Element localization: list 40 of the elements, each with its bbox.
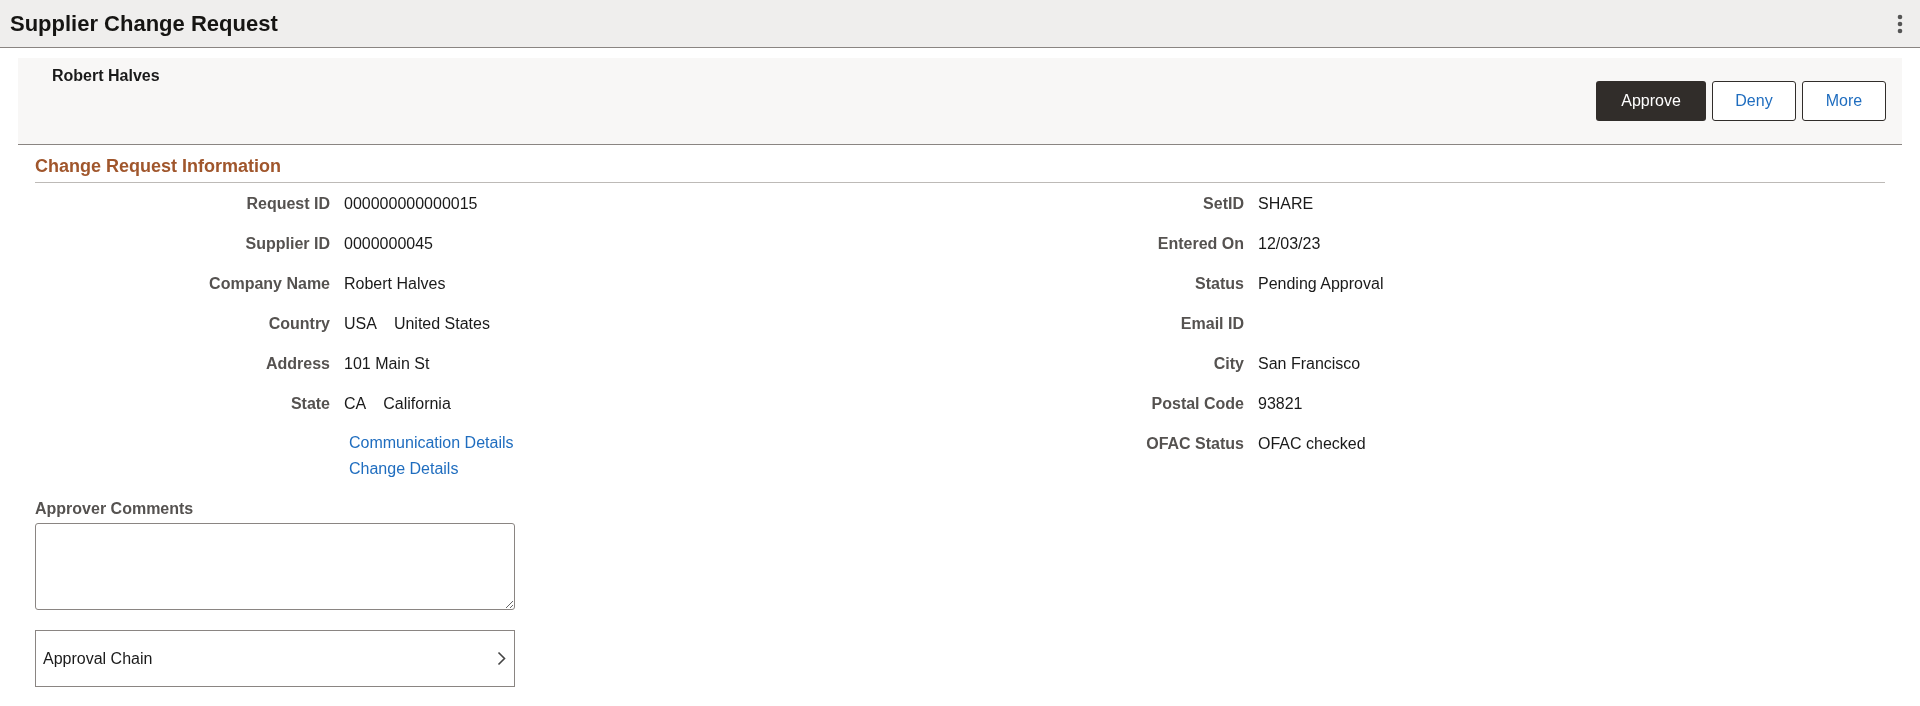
action-button[interactable]: Deny (1712, 81, 1796, 121)
more-options-icon (1897, 13, 1903, 34)
section-title: Change Request Information (35, 156, 281, 176)
field-value: CA (344, 394, 367, 414)
supplier-name: Robert Halves (52, 66, 160, 84)
action-button[interactable]: More (1802, 81, 1886, 121)
field-value: SHARE (1258, 194, 1314, 214)
field-label: Address (264, 354, 330, 374)
approval-chain-button[interactable]: Approval Chain (35, 630, 515, 687)
details-link[interactable]: Change Details (349, 456, 459, 482)
field-label: Request ID (245, 194, 330, 214)
field-label: State (289, 394, 330, 414)
field-value: 0000000045 (344, 234, 433, 254)
field-value: 000000000000015 (344, 194, 478, 214)
chevron-right-icon (497, 651, 506, 666)
field-value: USA (344, 314, 377, 334)
field-label: Email ID (1179, 314, 1244, 334)
comments-label: Approver Comments (35, 499, 195, 519)
field-value: 101 Main St (344, 354, 430, 374)
field-label: Postal Code (1150, 394, 1244, 414)
field-value: United States (393, 314, 490, 334)
field-label: Company Name (208, 274, 330, 294)
page-title: Supplier Change Request (10, 10, 278, 38)
field-value: San Francisco (1258, 354, 1361, 374)
field-label: Supplier ID (244, 234, 330, 254)
field-value: Robert Halves (344, 274, 446, 294)
field-label: Entered On (1156, 234, 1244, 254)
details-link[interactable]: Communication Details (349, 430, 514, 456)
field-value: OFAC checked (1258, 434, 1366, 454)
field-label: Status (1194, 274, 1244, 294)
field-value: Pending Approval (1258, 274, 1384, 294)
field-label: SetID (1202, 194, 1244, 214)
field-value: 93821 (1258, 394, 1303, 414)
approve-button[interactable]: Approve (1596, 81, 1706, 121)
comments-field[interactable] (35, 523, 515, 610)
field-label: Country (267, 314, 330, 334)
field-label: OFAC Status (1145, 434, 1244, 454)
field-value: California (383, 394, 451, 414)
field-label: City (1212, 354, 1244, 374)
field-value: 12/03/23 (1258, 234, 1321, 254)
